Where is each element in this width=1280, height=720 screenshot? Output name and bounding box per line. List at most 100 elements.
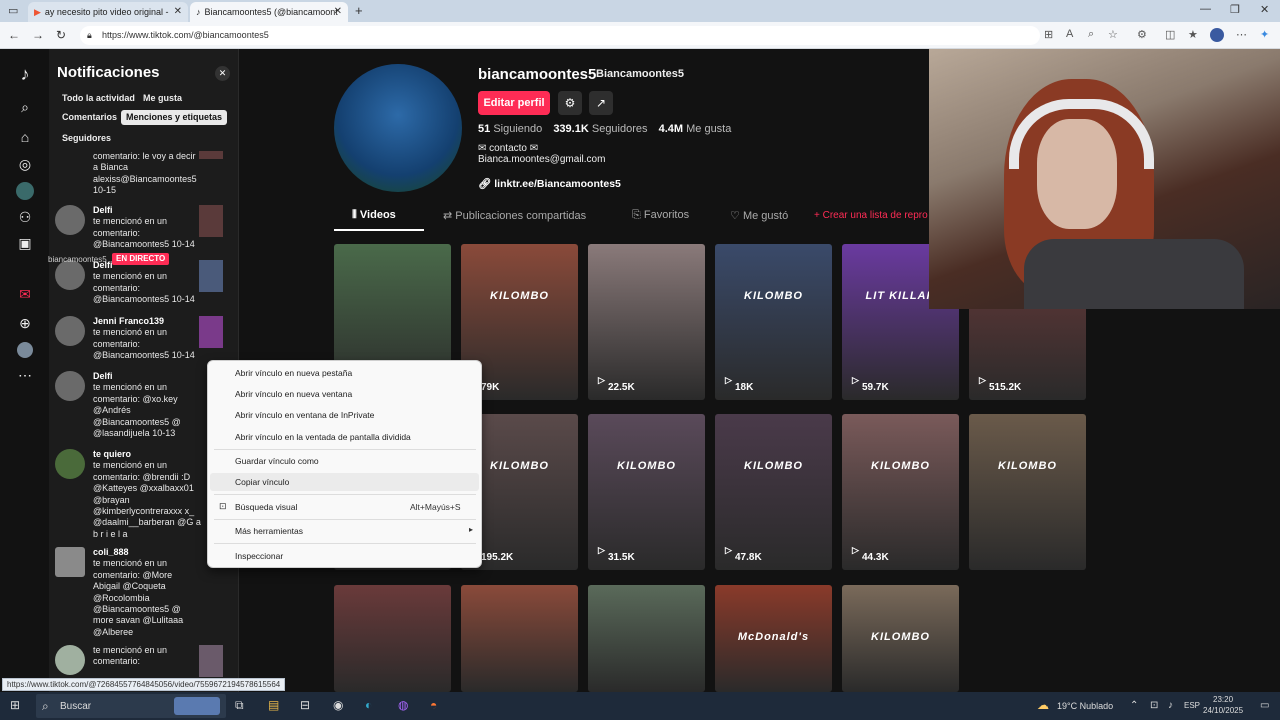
chip-followers[interactable]: Seguidores <box>57 131 116 146</box>
tab-liked[interactable]: ♡ Me gustó <box>730 209 788 222</box>
video-card[interactable]: KILOMBO ▷ 18K <box>715 244 832 400</box>
tab-label: Me gustó <box>742 210 789 222</box>
share-icon[interactable]: ↗ <box>589 91 613 115</box>
close-icon[interactable]: ✕ <box>174 6 182 17</box>
more-icon[interactable]: ⋯ <box>14 367 36 389</box>
search-icon[interactable]: ⌕ <box>14 99 36 121</box>
taskbar-search[interactable]: ⌕ Buscar <box>36 694 226 718</box>
create-playlist-link[interactable]: + Crear una lista de repro <box>814 210 928 221</box>
following-label[interactable]: Siguiendo <box>493 123 542 135</box>
edge-icon[interactable]: ◐ <box>365 698 372 712</box>
store-icon[interactable]: ⊟ <box>300 698 310 712</box>
following-avatar-icon[interactable] <box>16 182 34 200</box>
video-card[interactable]: KILOMBO <box>969 414 1086 570</box>
weather-text[interactable]: 19°C Nublado <box>1057 701 1113 711</box>
video-views: ▷ 31.5K <box>598 545 635 563</box>
video-card[interactable] <box>334 585 451 692</box>
tab-tiktok[interactable]: ♪ Biancamoontes5 (@biancamoont ✕ <box>190 2 348 22</box>
friends-icon[interactable]: ⚇ <box>14 209 36 231</box>
favorite-icon[interactable]: ☆ <box>1108 28 1118 41</box>
youtube-icon: ▶ <box>34 6 41 17</box>
menu-open-new-window[interactable]: Abrir vínculo en nueva ventana <box>235 389 352 399</box>
more-icon[interactable]: ⋯ <box>1236 28 1247 41</box>
edit-profile-button[interactable]: Editar perfil <box>478 91 550 115</box>
video-overlay-text: KILOMBO <box>617 460 676 472</box>
notification-text: Delfi te mencionó en un comentario: @Bian… <box>93 205 201 251</box>
clock-time[interactable]: 23:20 <box>1213 695 1233 704</box>
notification-time: 10-14 <box>171 350 195 361</box>
tab-videos[interactable]: ⦀ Videos <box>352 209 396 222</box>
video-card[interactable] <box>588 585 705 692</box>
app-icon[interactable]: ⊞ <box>1044 28 1053 41</box>
settings-icon[interactable]: ⚙ <box>558 91 582 115</box>
video-card[interactable]: ▷ 22.5K <box>588 244 705 400</box>
minimize-icon[interactable]: — <box>1200 3 1211 15</box>
read-aloud-icon[interactable]: A <box>1066 28 1073 40</box>
chip-comments[interactable]: Comentarios <box>57 110 122 125</box>
network-icon[interactable]: ⊡ <box>1150 700 1158 711</box>
video-thumbnail <box>199 316 223 348</box>
video-card[interactable] <box>461 585 578 692</box>
video-views: ▷ 18K <box>725 375 754 393</box>
url-input[interactable]: 🔒︎ https://www.tiktok.com/@biancamoontes… <box>80 26 1040 45</box>
bio-link[interactable]: 🔗︎ linktr.ee/Biancamoontes5 <box>478 177 621 190</box>
new-tab-icon[interactable]: + <box>355 3 363 18</box>
menu-save-link-as[interactable]: Guardar vínculo como <box>235 456 319 466</box>
upload-icon[interactable]: ⊕ <box>14 315 36 337</box>
video-card[interactable]: KILOMBO ▷ 44.3K <box>842 414 959 570</box>
close-icon[interactable]: ✕ <box>334 6 342 17</box>
app-icon[interactable]: ◓ <box>430 698 437 712</box>
explore-icon[interactable]: ◎ <box>14 156 36 178</box>
copilot-icon[interactable]: ✦ <box>1260 28 1269 41</box>
back-icon[interactable]: ← <box>8 28 20 42</box>
video-overlay-text: KILOMBO <box>871 460 930 472</box>
media-icon[interactable]: ◉ <box>333 698 343 712</box>
chip-mentions[interactable]: Menciones y etiquetas <box>121 110 228 125</box>
video-card[interactable]: KILOMBO <box>842 585 959 692</box>
tab-reposts[interactable]: ⇄ Publicaciones compartidas <box>443 209 586 222</box>
chip-all[interactable]: Todo la actividad <box>57 91 140 106</box>
split-icon[interactable]: ◫ <box>1165 28 1175 41</box>
menu-open-split-screen[interactable]: Abrir vínculo en la ventada de pantalla … <box>235 432 411 442</box>
video-card[interactable]: KILOMBO ▷ 47.8K <box>715 414 832 570</box>
chip-likes[interactable]: Me gusta <box>138 91 187 106</box>
tab-favorites[interactable]: ⎘ Favoritos <box>632 209 689 222</box>
favorites-icon[interactable]: ★ <box>1188 28 1198 41</box>
video-card[interactable]: KILOMBO ▷ 31.5K <box>588 414 705 570</box>
forward-icon[interactable]: → <box>32 28 44 42</box>
menu-open-inprivate[interactable]: Abrir vínculo en ventana de InPrivate <box>235 410 374 420</box>
language-indicator[interactable]: ESP <box>1184 701 1200 710</box>
profile-icon[interactable] <box>17 342 33 358</box>
close-icon[interactable]: ✕ <box>215 66 230 81</box>
windows-start-icon[interactable]: ⊞ <box>10 698 20 712</box>
tab-video[interactable]: ▶ ay necesito pito video original - ✕ <box>28 2 188 22</box>
notification-text: Delfi te mencionó en un comentario: @xo.k… <box>93 371 201 439</box>
menu-open-new-tab[interactable]: Abrir vínculo en nueva pestaña <box>235 368 352 378</box>
menu-copy-link[interactable]: Copiar vínculo <box>235 477 289 487</box>
extensions-icon[interactable]: ⚙ <box>1137 28 1147 41</box>
maximize-icon[interactable]: ❐ <box>1230 3 1240 16</box>
home-icon[interactable]: ⌂ <box>14 129 36 151</box>
video-views: ▷ 22.5K <box>598 375 635 393</box>
task-view-icon[interactable]: ⧉ <box>235 698 244 713</box>
volume-icon[interactable]: ♪ <box>1168 700 1173 711</box>
file-explorer-icon[interactable]: ▤ <box>268 698 279 712</box>
tiktok-logo-icon[interactable]: ♪ <box>14 64 36 86</box>
live-icon[interactable]: ▣ <box>14 235 36 257</box>
zoom-icon[interactable]: ⌕ <box>1088 28 1094 41</box>
reload-icon[interactable]: ↻ <box>56 28 66 42</box>
followers-label[interactable]: Seguidores <box>592 123 648 135</box>
clock-date[interactable]: 24/10/2025 <box>1203 706 1243 715</box>
notification-icon[interactable]: ▭ <box>1260 700 1269 711</box>
close-window-icon[interactable]: ✕ <box>1260 3 1269 16</box>
profile-avatar[interactable] <box>334 64 462 192</box>
tray-expand-icon[interactable]: ⌃ <box>1130 700 1138 711</box>
video-card[interactable]: McDonald's <box>715 585 832 692</box>
obs-icon[interactable]: ◍ <box>398 698 408 712</box>
menu-inspect[interactable]: Inspeccionar <box>235 551 283 561</box>
inbox-icon[interactable]: ✉ <box>14 286 36 308</box>
menu-visual-search[interactable]: Búsqueda visual <box>235 502 297 512</box>
tab-menu-icon[interactable]: ▭ <box>8 4 18 17</box>
menu-more-tools[interactable]: Más herramientas <box>235 526 303 536</box>
profile-avatar[interactable] <box>1210 28 1224 42</box>
